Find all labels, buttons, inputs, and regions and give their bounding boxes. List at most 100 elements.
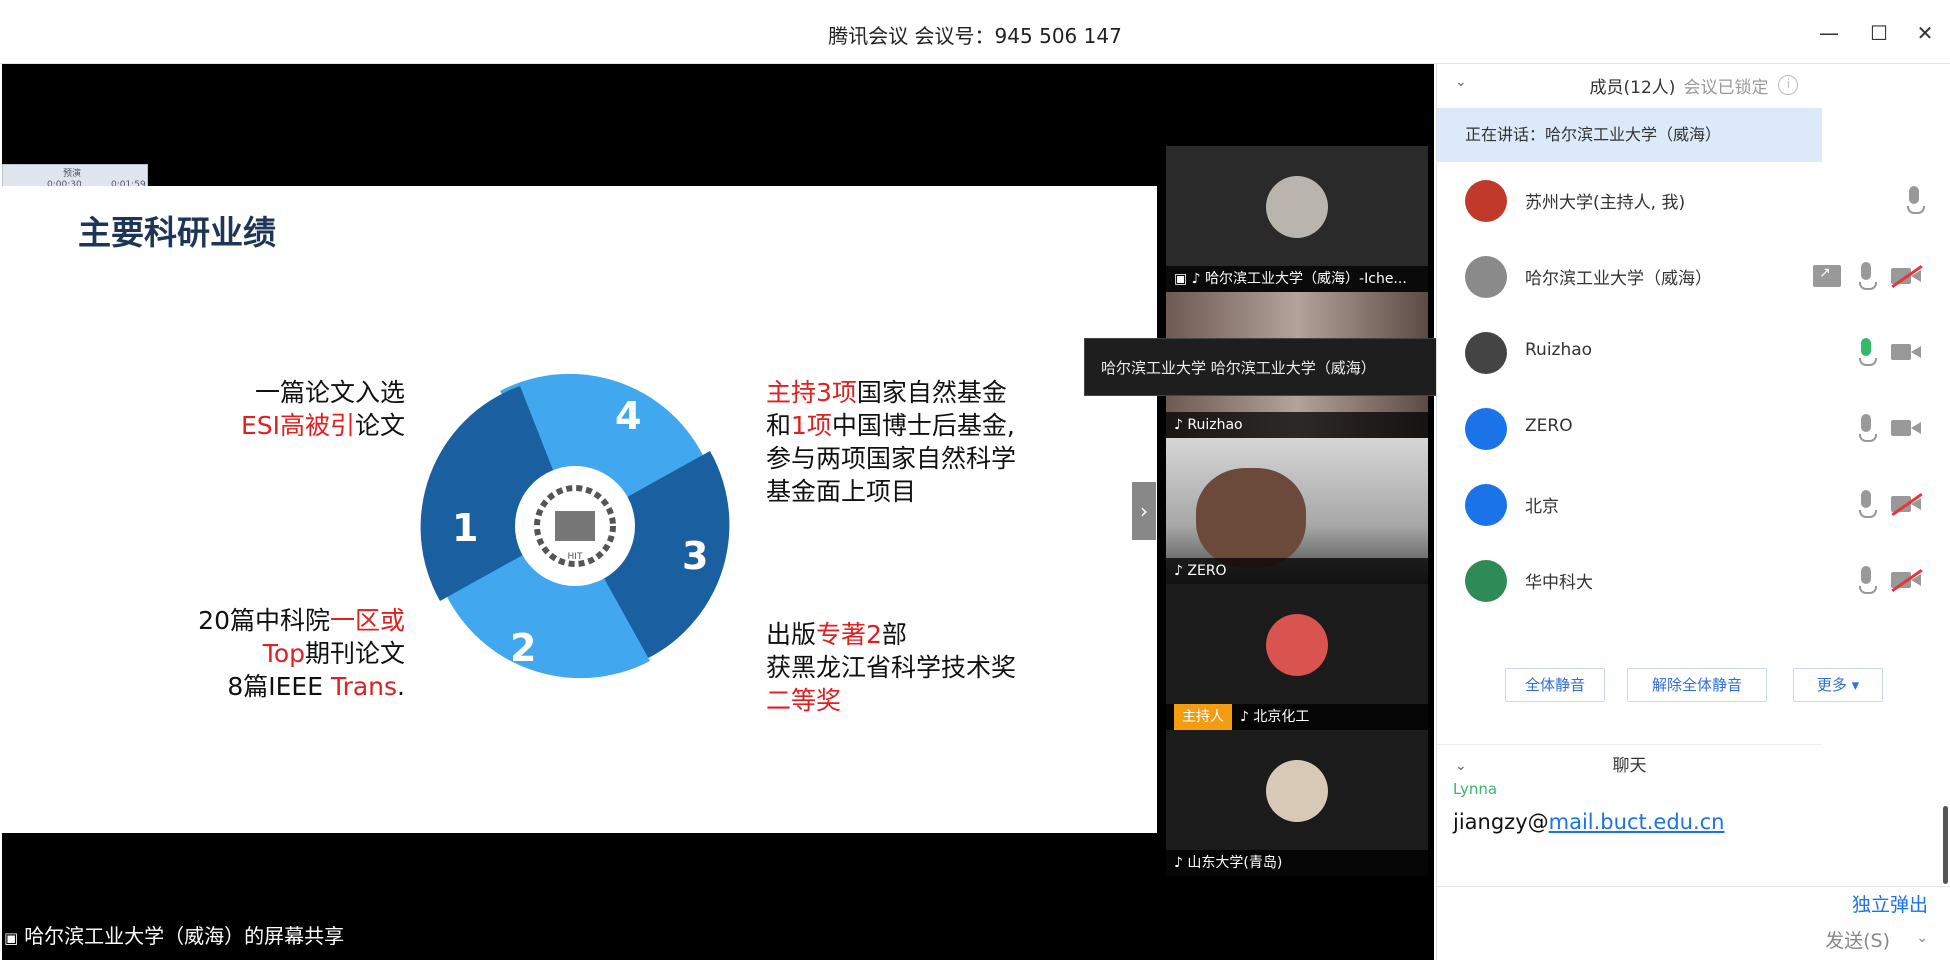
tile-name: ♪ 北京化工 <box>1240 709 1310 725</box>
member-row[interactable]: 哈尔滨工业大学（威海） <box>1437 238 1950 314</box>
text-highlight: Trans <box>330 672 398 701</box>
svg-text:HIT: HIT <box>568 552 583 562</box>
member-row[interactable]: 苏州大学(主持人, 我) <box>1437 162 1950 238</box>
screen-share-icon: ▣ <box>4 929 19 947</box>
text-highlight: Top <box>262 639 305 668</box>
camera-icon[interactable] <box>1891 342 1921 362</box>
camera-off-icon[interactable] <box>1891 264 1923 289</box>
text: 论文 <box>354 411 405 440</box>
avatar <box>1465 332 1507 374</box>
maximize-button[interactable]: ☐ <box>1862 16 1896 50</box>
side-panel: ⌄ 成员(12人) 会议已锁定 i 正在讲话：哈尔滨工业大学（威海） 苏州大学(… <box>1436 64 1950 960</box>
segment-label-4: 4 <box>615 394 641 438</box>
avatar <box>1465 408 1507 450</box>
text-highlight: 1项 <box>791 411 832 440</box>
popout-button[interactable]: 独立弹出 <box>1852 890 1928 917</box>
video-tile[interactable]: ♪ ZERO <box>1166 438 1428 584</box>
text: 期刊论文 <box>304 639 405 668</box>
chat-title: 聊天 <box>1612 756 1647 776</box>
screen-share-icon[interactable] <box>1813 265 1841 287</box>
text: 参与两项国家自然科学 <box>766 444 1017 473</box>
microphone-icon[interactable] <box>1907 186 1925 214</box>
minimize-button[interactable]: — <box>1812 16 1846 50</box>
window-title: 腾讯会议 会议号：945 506 147 <box>828 24 1122 48</box>
microphone-icon[interactable] <box>1859 262 1877 290</box>
microphone-icon[interactable] <box>1859 490 1877 518</box>
chevron-down-icon[interactable]: ⌄ <box>1455 74 1467 90</box>
participant-tooltip: 哈尔滨工业大学 哈尔滨工业大学（威海） <box>1084 338 1496 396</box>
chat-message-text: jiangzy@ <box>1453 810 1549 834</box>
text: 8篇IEEE <box>227 672 331 701</box>
camera-off-icon[interactable] <box>1891 492 1923 517</box>
text: 国家自然基金 <box>856 378 1007 407</box>
meeting-window: 腾讯会议 会议号：945 506 147 — ☐ ✕ 预演 0:00:30 0:… <box>0 0 1950 960</box>
text: 和 <box>766 411 792 440</box>
camera-off-icon[interactable] <box>1891 568 1923 593</box>
chat-divider <box>1437 886 1950 887</box>
text: 基金面上项目 <box>766 477 917 506</box>
video-tile[interactable]: ▣ ♪ 哈尔滨工业大学（威海）-Iche... <box>1166 146 1428 292</box>
text: 获黑龙江省科学技术奖 <box>766 653 1017 682</box>
member-name: 华中科大 <box>1525 573 1593 593</box>
avatar <box>1465 180 1507 222</box>
member-name: 苏州大学(主持人, 我) <box>1525 193 1686 213</box>
speaking-banner: 正在讲话：哈尔滨工业大学（威海） <box>1437 108 1822 162</box>
slide-title: 主要科研业绩 <box>78 213 276 252</box>
camera-icon[interactable] <box>1891 418 1921 438</box>
avatar <box>1465 560 1507 602</box>
member-row[interactable]: Ruizhao <box>1437 314 1950 390</box>
microphone-icon[interactable] <box>1859 414 1877 442</box>
segment-label-1: 1 <box>452 506 478 550</box>
microphone-active-icon[interactable] <box>1859 338 1877 366</box>
info-icon[interactable]: i <box>1778 75 1799 95</box>
member-row[interactable]: 北京 <box>1437 466 1950 542</box>
minimize-icon: — <box>1819 21 1839 45</box>
video-tile[interactable]: 主持人 ♪ 北京化工 <box>1166 584 1428 730</box>
avatar <box>1266 760 1328 822</box>
text: 中国博士后基金, <box>831 411 1015 440</box>
host-badge: 主持人 <box>1174 704 1232 730</box>
send-options-icon[interactable]: ⌄ <box>1916 930 1928 946</box>
participant-face <box>1196 468 1306 568</box>
more-button[interactable]: 更多 ▾ <box>1793 668 1883 702</box>
member-name: 北京 <box>1525 497 1559 517</box>
screen-share-text: 哈尔滨工业大学（威海）的屏幕共享 <box>24 924 345 948</box>
video-strip: ▣ ♪ 哈尔滨工业大学（威海）-Iche... ♪ Ruizhao ♪ ZERO… <box>1166 146 1428 876</box>
presentation-mode-label: 预演 <box>63 169 82 179</box>
close-icon: ✕ <box>1916 21 1934 45</box>
chat-email-link[interactable]: mail.buct.edu.cn <box>1549 810 1725 834</box>
text-highlight: ESI高被引 <box>240 411 355 440</box>
video-tile[interactable]: ♪ 山东大学(青岛) <box>1166 730 1428 876</box>
text: . <box>397 672 405 701</box>
screen-share-label: ▣ 哈尔滨工业大学（威海）的屏幕共享 <box>4 920 344 949</box>
text-highlight: 一区或 <box>329 606 405 635</box>
text: 部 <box>881 620 907 649</box>
expand-video-button[interactable]: › <box>1132 482 1156 540</box>
slide-text-funding: 主持3项国家自然基金 和1项中国博士后基金, 参与两项国家自然科学 基金面上项目 <box>766 376 1016 508</box>
member-row[interactable]: ZERO <box>1437 390 1950 466</box>
member-name: 哈尔滨工业大学（威海） <box>1525 269 1712 289</box>
member-row[interactable]: 华中科大 <box>1437 542 1950 618</box>
video-tile-label: ▣ ♪ 哈尔滨工业大学（威海）-Iche... <box>1166 266 1428 292</box>
text-highlight: 专著2 <box>816 620 882 649</box>
segment-label-3: 3 <box>682 534 708 578</box>
avatar <box>1465 256 1507 298</box>
member-name: ZERO <box>1525 416 1573 436</box>
avatar <box>1465 484 1507 526</box>
unmute-all-button[interactable]: 解除全体静音 <box>1627 668 1767 702</box>
microphone-icon[interactable] <box>1859 566 1877 594</box>
meeting-locked-label: 会议已锁定 <box>1683 77 1769 98</box>
chat-scrollbar[interactable] <box>1943 806 1948 884</box>
close-button[interactable]: ✕ <box>1908 16 1942 50</box>
chat-message: jiangzy@mail.buct.edu.cn <box>1453 810 1725 834</box>
mute-all-button[interactable]: 全体静音 <box>1505 668 1605 702</box>
send-button[interactable]: 发送(S) <box>1825 926 1890 953</box>
avatar <box>1266 614 1328 676</box>
slide-text-esi: 一篇论文入选 ESI高被引论文 <box>241 376 405 442</box>
title-bar: 腾讯会议 会议号：945 506 147 — ☐ ✕ <box>0 0 1950 64</box>
members-header: ⌄ 成员(12人) 会议已锁定 i <box>1437 64 1950 106</box>
presentation-slide: 主要科研业绩 一篇论文入选 ESI高被引论文 20篇中科院一区或 Top期刊论文… <box>2 186 1157 833</box>
video-tile-label: ♪ 山东大学(青岛) <box>1166 850 1428 876</box>
slide-text-awards: 出版专著2部 获黑龙江省科学技术奖 二等奖 <box>766 618 1016 717</box>
text-highlight: 二等奖 <box>766 686 842 715</box>
